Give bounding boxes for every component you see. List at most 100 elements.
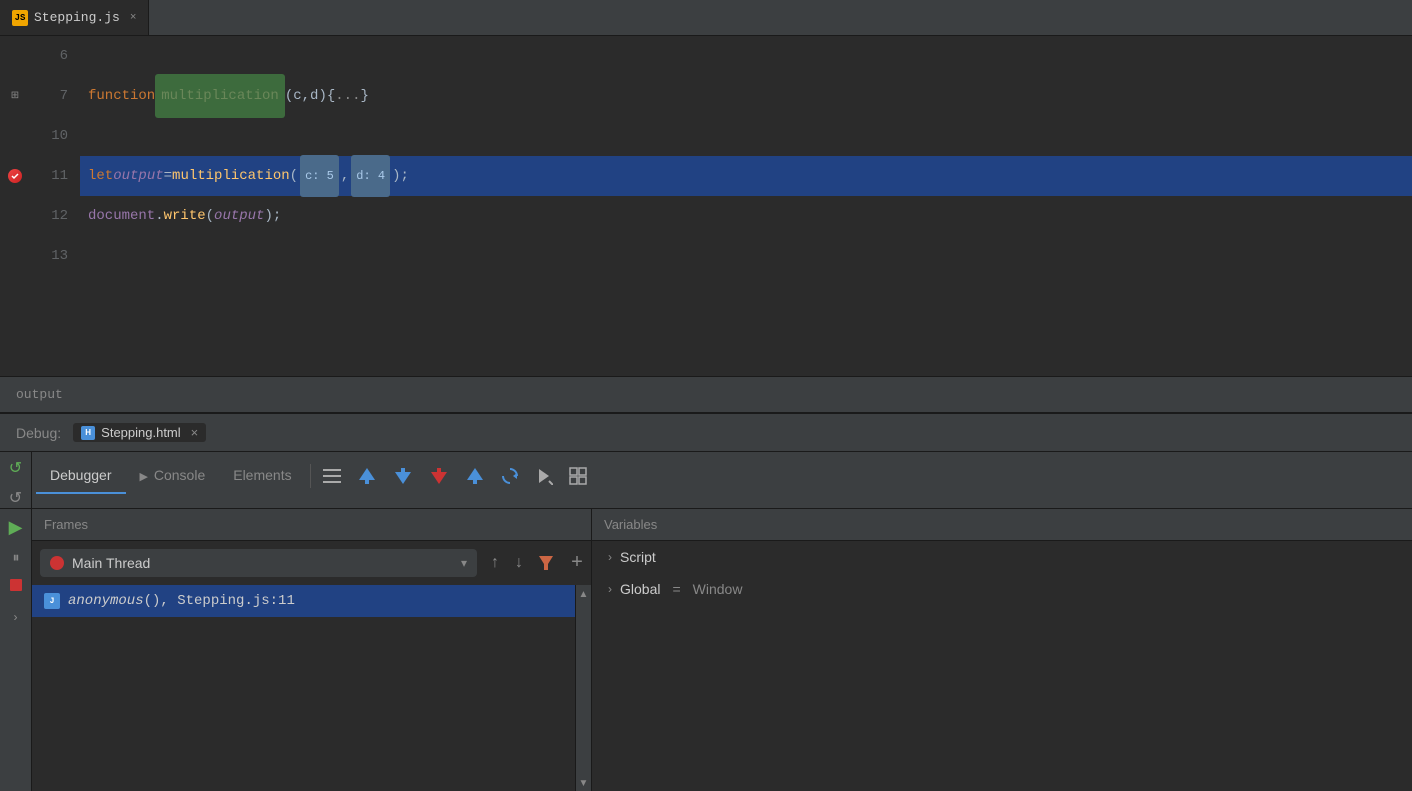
gutter-line-7: ⊞	[0, 76, 30, 116]
frames-header: Frames	[32, 509, 591, 541]
write-paren-open: (	[206, 196, 214, 236]
toolbar-separator-1	[310, 464, 311, 488]
debug-file-tab[interactable]: H Stepping.html ×	[73, 423, 206, 442]
toolbar-refresh-icon[interactable]	[493, 463, 527, 489]
action-sidebar: ▶ ⏸ ›	[0, 509, 32, 791]
frame-controls: ↑ ↓	[485, 550, 563, 576]
frame-down-button[interactable]: ↓	[509, 550, 529, 576]
stepover-icon[interactable]: ↺	[9, 488, 22, 508]
thread-selector[interactable]: Main Thread ▾	[40, 549, 477, 577]
doc-object: document	[88, 196, 155, 236]
line-num-11: 11	[30, 156, 68, 196]
code-params: (c,d)	[285, 76, 327, 116]
thread-selector-row: Main Thread ▾ ↑ ↓ +	[32, 541, 591, 585]
var-item-global[interactable]: › Global = Window	[592, 573, 1412, 605]
var-chevron-script: ›	[608, 550, 612, 564]
frames-title: Frames	[44, 517, 88, 532]
debug-file-name: Stepping.html	[101, 425, 181, 440]
stop-button[interactable]	[10, 579, 22, 591]
more-button[interactable]: ›	[12, 611, 19, 625]
write-arg: output	[214, 196, 264, 236]
editor-gutter: ⊞	[0, 36, 30, 376]
frames-list: J anonymous (), Stepping.js:11	[32, 585, 575, 791]
line-num-7: 7	[30, 76, 68, 116]
gutter-line-6	[0, 36, 30, 76]
toolbar-menu-icon[interactable]	[315, 465, 349, 487]
gutter-line-11[interactable]	[0, 156, 30, 196]
var-value-global: Window	[693, 581, 743, 597]
param-d: d: 4	[351, 155, 390, 197]
toolbar-cursor-icon[interactable]	[527, 463, 561, 489]
line-num-10: 10	[30, 116, 68, 156]
toolbar-grid-icon[interactable]	[561, 463, 595, 489]
write-fn: write	[164, 196, 206, 236]
assign-op: =	[164, 156, 172, 196]
code-line-7: function multiplication (c,d) { ... }	[80, 76, 1412, 116]
code-lines: function multiplication (c,d) { ... } le…	[80, 36, 1412, 376]
debug-tab-close[interactable]: ×	[191, 425, 199, 440]
var-name-global: Global	[620, 581, 660, 597]
thread-dropdown-icon[interactable]: ▾	[461, 556, 467, 571]
var-item-script[interactable]: › Script	[592, 541, 1412, 573]
gutter-line-13	[0, 236, 30, 276]
debug-label: Debug:	[16, 425, 61, 441]
fn-name-highlight: multiplication	[155, 74, 285, 118]
toolbar-stepover2-icon[interactable]	[421, 462, 457, 490]
line-num-6: 6	[30, 36, 68, 76]
code-brace-close: }	[360, 76, 368, 116]
frame-item-anonymous[interactable]: J anonymous (), Stepping.js:11	[32, 585, 575, 617]
left-sidebar-controls: ↺ ↺	[0, 452, 32, 508]
tab-bar: JS Stepping.js ×	[0, 0, 1412, 36]
frame-file-icon: J	[44, 593, 60, 609]
frame-text: anonymous	[68, 593, 144, 609]
var-name-script: Script	[620, 549, 656, 565]
expand-icon-7[interactable]: ⊞	[11, 90, 19, 102]
code-brace: {	[327, 76, 335, 116]
paren-close: );	[392, 156, 409, 196]
js-file-icon: JS	[12, 10, 28, 26]
variables-panel: Variables › Script › Global = Window	[592, 509, 1412, 791]
scroll-up-button[interactable]: ▲	[579, 589, 589, 600]
kw-let: let	[88, 156, 113, 196]
code-ellipsis: ...	[335, 76, 360, 116]
play-button[interactable]: ▶	[9, 517, 23, 539]
tab-console[interactable]: ▶ Console	[126, 458, 220, 494]
breakpoint-dot-11[interactable]	[8, 169, 22, 183]
tab-label: Stepping.js	[34, 10, 120, 25]
tab-close-button[interactable]: ×	[130, 12, 137, 24]
frames-scroll-area: J anonymous (), Stepping.js:11 ▲ ▼	[32, 585, 591, 791]
toolbar-stepout-icon[interactable]	[349, 462, 385, 490]
code-line-11: let output = multiplication ( c: 5 , d: …	[80, 156, 1412, 196]
fn-call: multiplication	[172, 156, 290, 196]
frames-panel: Frames Main Thread ▾ ↑ ↓ + J	[32, 509, 592, 791]
code-line-12: document . write ( output );	[80, 196, 1412, 236]
gutter-line-12	[0, 196, 30, 236]
toolbar-stepinto-icon[interactable]	[385, 462, 421, 490]
tabs-and-toolbar: Debugger ▶ Console Elements	[32, 452, 1412, 508]
comma-space: ,	[341, 156, 349, 196]
output-bar: output	[0, 376, 1412, 412]
debugger-content: ▶ ⏸ › Frames Main Thread ▾ ↑ ↓ +	[0, 509, 1412, 791]
frame-filter-button[interactable]	[533, 550, 559, 576]
pause-button[interactable]: ⏸	[13, 551, 19, 567]
toolbar-stepup-icon[interactable]	[457, 462, 493, 490]
line-numbers: 6 7 10 11 12 13	[30, 36, 80, 376]
gutter-line-10	[0, 116, 30, 156]
variables-header: Variables	[592, 509, 1412, 541]
file-tab-stepping-js[interactable]: JS Stepping.js ×	[0, 0, 149, 35]
html-file-icon: H	[81, 426, 95, 440]
thread-status-dot	[50, 556, 64, 570]
debugger-toolbar-row: ↺ ↺ Debugger ▶ Console Elements	[0, 452, 1412, 509]
paren-open: (	[290, 156, 298, 196]
var-output: output	[113, 156, 163, 196]
debug-header-bar: Debug: H Stepping.html ×	[0, 412, 1412, 452]
line-num-12: 12	[30, 196, 68, 236]
frame-up-button[interactable]: ↑	[485, 550, 505, 576]
param-c: c: 5	[300, 155, 339, 197]
write-paren-close: );	[264, 196, 281, 236]
tab-elements[interactable]: Elements	[219, 458, 305, 494]
code-editor: ⊞ 6 7 10 11 12 13 function multiplicatio…	[0, 36, 1412, 376]
tab-debugger[interactable]: Debugger	[36, 458, 126, 494]
add-frame-button[interactable]: +	[563, 552, 591, 575]
resume-icon[interactable]: ↺	[9, 458, 22, 478]
